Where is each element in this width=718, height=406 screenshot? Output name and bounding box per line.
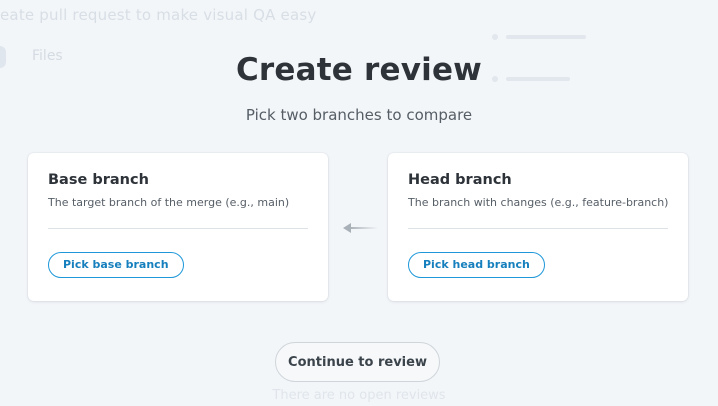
dialog-title: Create review (235, 52, 483, 88)
pick-base-branch-button[interactable]: Pick base branch (48, 252, 184, 278)
background-footer-text: There are no open reviews (272, 388, 446, 403)
background-row (506, 35, 586, 39)
head-branch-title: Head branch (408, 172, 512, 188)
arrow-left-icon (343, 223, 378, 233)
card-divider (48, 228, 308, 229)
pick-head-branch-button[interactable]: Pick head branch (408, 252, 545, 278)
base-branch-card: Base branch The target branch of the mer… (28, 153, 328, 301)
background-description: eate pull request to make visual QA easy (0, 6, 317, 24)
continue-to-review-button[interactable]: Continue to review (275, 342, 440, 382)
base-branch-description: The target branch of the merge (e.g., ma… (48, 196, 290, 209)
card-divider (408, 228, 668, 229)
dialog-subtitle: Pick two branches to compare (245, 106, 473, 124)
base-branch-title: Base branch (48, 172, 149, 188)
background-row-dot (492, 34, 498, 40)
head-branch-card: Head branch The branch with changes (e.g… (388, 153, 688, 301)
head-branch-description: The branch with changes (e.g., feature-b… (408, 196, 669, 209)
